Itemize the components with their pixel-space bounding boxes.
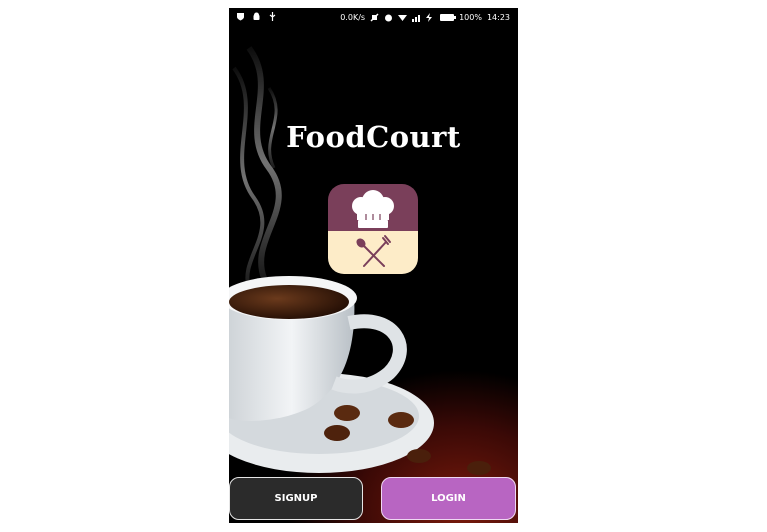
alarm-icon xyxy=(384,13,393,22)
phone-screen: 0.0K/s 100% 14:23 FoodCourt SIGNUP LOGIN xyxy=(229,8,518,523)
login-button[interactable]: LOGIN xyxy=(381,477,516,520)
coffee-cup-background xyxy=(229,28,518,523)
mute-icon xyxy=(370,13,379,22)
app-title: FoodCourt xyxy=(286,120,461,154)
network-speed: 0.0K/s xyxy=(340,13,366,22)
signal-icon xyxy=(412,13,421,22)
battery-percent: 100% xyxy=(459,13,482,22)
charging-icon xyxy=(426,13,435,22)
battery-icon xyxy=(440,14,457,21)
status-bar: 0.0K/s 100% 14:23 xyxy=(229,8,518,28)
android-icon xyxy=(252,12,261,21)
usb-icon xyxy=(268,12,277,21)
signup-button[interactable]: SIGNUP xyxy=(229,477,363,520)
shield-icon xyxy=(236,12,245,21)
app-logo xyxy=(328,184,418,274)
wifi-icon xyxy=(398,13,408,22)
cutlery-icon xyxy=(356,235,391,267)
clock-time: 14:23 xyxy=(486,13,510,22)
chef-hat-icon xyxy=(352,190,394,228)
